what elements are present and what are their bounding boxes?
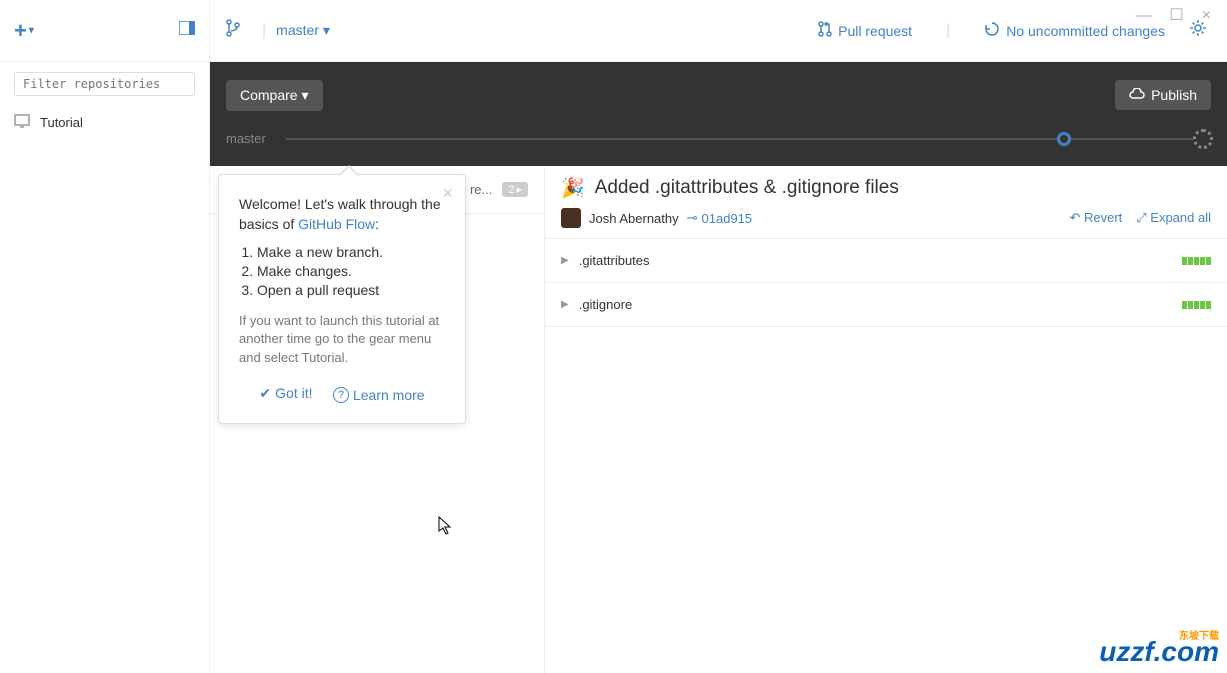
panel-icon [179,21,195,35]
file-row[interactable]: ▶ .gitattributes [545,239,1227,283]
author-name: Josh Abernathy [589,211,679,226]
chevron-right-icon: ▶ [561,255,569,266]
commit-actions: ↶ Revert ⤢ Expand all [1069,210,1211,226]
separator: | [946,22,950,40]
repo-item[interactable]: Tutorial [0,106,209,139]
chevron-right-icon: ▶ [561,299,569,310]
popover-actions: ✔ Got it! ? Learn more [239,385,445,403]
sync-icon [984,21,1000,40]
commit-icon: ⊸ [687,210,698,226]
filter-input[interactable] [14,72,195,96]
maximize-button[interactable]: ☐ [1169,8,1183,24]
diff-pane: 🎉 Added .gitattributes & .gitignore file… [545,166,1227,673]
commit-header: 🎉 Added .gitattributes & .gitignore file… [545,166,1227,239]
got-it-button[interactable]: ✔ Got it! [259,385,312,402]
pull-request-icon [818,21,832,40]
minimize-button[interactable]: — [1135,8,1151,24]
monitor-icon [14,114,30,131]
diff-additions [1182,301,1211,309]
timeline: master [226,131,1211,146]
filter-box [14,72,195,96]
expand-all-button[interactable]: ⤢ Expand all [1136,210,1211,226]
timeline-track[interactable] [286,138,1211,140]
check-icon: ✔ [259,385,271,402]
close-popover-button[interactable]: × [442,183,453,204]
plus-icon: + [14,18,27,44]
content-split: re... 2 ▸ × Welcome! Let's walk through … [210,166,1227,673]
diff-additions [1182,257,1211,265]
compare-button[interactable]: Compare ▾ [226,80,323,111]
panel-toggle-button[interactable] [179,21,195,40]
history-bar: Compare ▾ Publish master [210,62,1227,166]
commit-list-pane: re... 2 ▸ × Welcome! Let's walk through … [210,166,545,673]
popover-step: Make changes. [257,263,445,279]
popover-step: Make a new branch. [257,244,445,260]
commit-dot[interactable] [1057,132,1071,146]
timeline-label: master [226,131,266,146]
branch-selector: | master ▾ [210,0,798,61]
sidebar-header: +▾ [0,0,210,61]
commit-sha[interactable]: ⊸ 01ad915 [687,210,753,226]
uncommitted-dot[interactable] [1193,129,1213,149]
top-toolbar: +▾ | master ▾ Pull request | No uncommit… [0,0,1227,62]
pull-request-button[interactable]: Pull request [818,21,912,40]
commit-meta: Josh Abernathy ⊸ 01ad915 ↶ Revert ⤢ Expa… [561,208,1211,228]
branch-dropdown[interactable]: master ▾ [276,22,330,39]
commit-title: 🎉 Added .gitattributes & .gitignore file… [561,176,1211,200]
commit-author: Josh Abernathy ⊸ 01ad915 [561,208,752,228]
add-repo-button[interactable]: +▾ [14,18,34,44]
github-flow-link[interactable]: GitHub Flow [298,216,375,232]
tutorial-popover: × Welcome! Let's walk through the basics… [218,174,466,424]
question-icon: ? [333,387,349,403]
file-name: ▶ .gitattributes [561,253,650,268]
file-name: ▶ .gitignore [561,297,632,312]
file-count-badge: 2 ▸ [502,182,528,197]
publish-button[interactable]: Publish [1115,80,1211,110]
cloud-icon [1129,87,1145,103]
separator: | [262,22,266,40]
cursor-icon [438,516,452,541]
sidebar: Tutorial [0,62,210,673]
popover-welcome: Welcome! Let's walk through the basics o… [239,195,445,234]
popover-steps: Make a new branch. Make changes. Open a … [257,244,445,298]
popover-footnote: If you want to launch this tutorial at a… [239,312,445,367]
repo-name: Tutorial [40,115,83,130]
close-button[interactable]: × [1202,8,1211,24]
watermark: 东坡下载 uzzf.com [1099,627,1219,668]
popover-step: Open a pull request [257,282,445,298]
window-controls: — ☐ × [1119,0,1227,32]
caret-down-icon: ▾ [29,25,34,36]
file-row[interactable]: ▶ .gitignore [545,283,1227,327]
branch-icon [226,19,240,42]
avatar [561,208,581,228]
party-icon: 🎉 [561,176,585,200]
learn-more-button[interactable]: ? Learn more [333,387,425,403]
content: Compare ▾ Publish master re... 2 ▸ [210,62,1227,673]
revert-button[interactable]: ↶ Revert [1069,210,1122,226]
main: Tutorial Compare ▾ Publish master [0,62,1227,673]
commit-summary: re... [470,182,492,197]
